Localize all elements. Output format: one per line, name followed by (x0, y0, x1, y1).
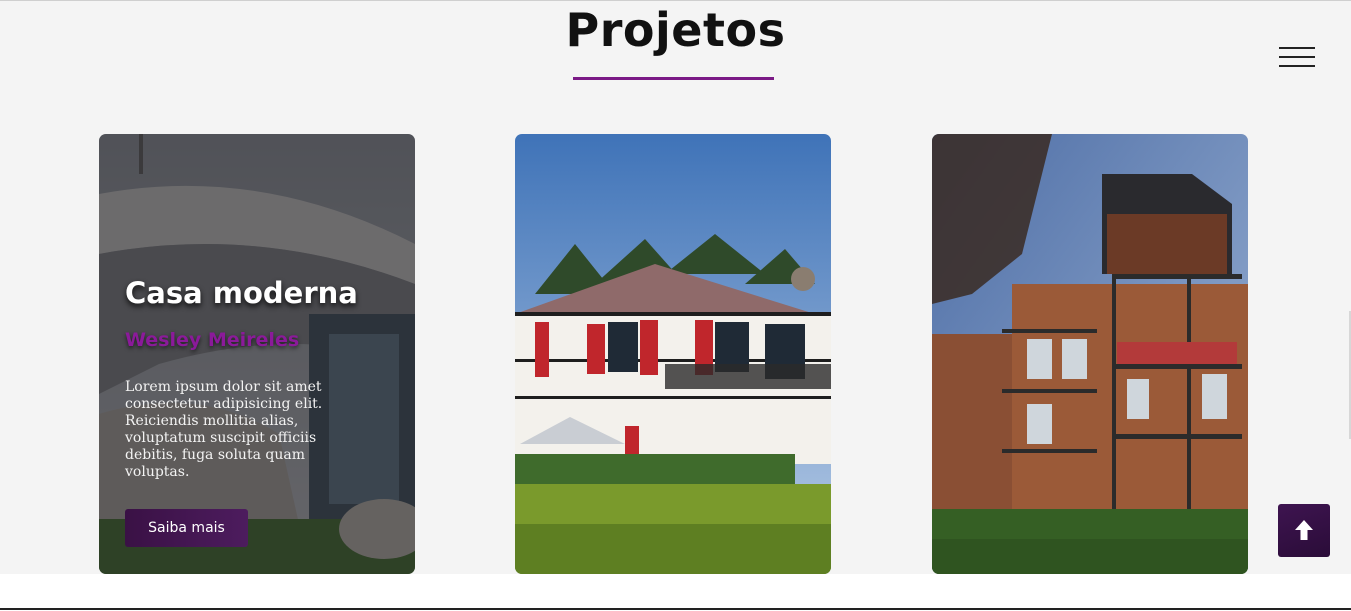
project-card-3[interactable] (932, 134, 1248, 574)
project-card-2[interactable] (515, 134, 831, 574)
title-underline (573, 77, 774, 80)
white-house-red-shutters-photo (515, 134, 831, 574)
brick-apartment-balconies-photo (932, 134, 1248, 574)
projects-section: Projetos Casa moderna Wesley Meireles Lo… (0, 1, 1351, 574)
menu-line (1279, 47, 1315, 49)
saiba-mais-button[interactable]: Saiba mais (125, 509, 248, 547)
bottom-border (0, 608, 1351, 610)
card-description: Lorem ipsum dolor sit amet consectetur a… (125, 379, 323, 480)
arrow-up-icon (1295, 520, 1313, 540)
card-title: Casa moderna (125, 276, 358, 310)
hamburger-menu-icon[interactable] (1278, 45, 1316, 71)
project-card-1[interactable]: Casa moderna Wesley Meireles Lorem ipsum… (99, 134, 415, 574)
card-author[interactable]: Wesley Meireles (125, 329, 395, 351)
menu-line (1279, 56, 1315, 58)
card-overlay (99, 134, 415, 574)
scroll-to-top-button[interactable] (1278, 504, 1330, 557)
menu-line (1279, 65, 1315, 67)
section-title: Projetos (565, 3, 786, 57)
